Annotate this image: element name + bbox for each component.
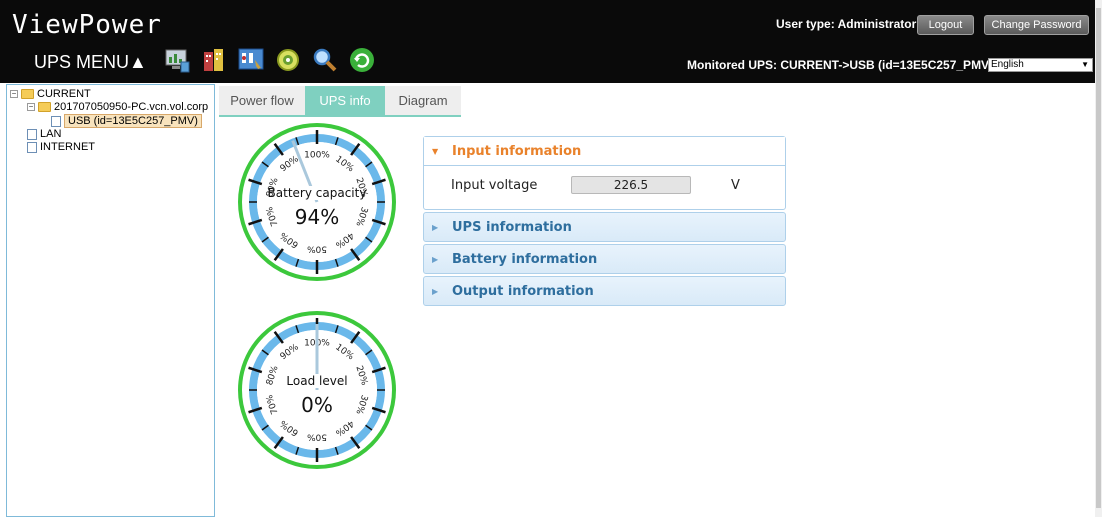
chevron-down-icon: ▼ [1081,60,1089,69]
battery-information-header[interactable]: ▶ Battery information [424,245,785,273]
tab-diagram[interactable]: Diagram [385,86,461,116]
load-level-gauge: 100%10%20%30%40%50%60%70%80%90%Load leve… [238,311,396,469]
tree-node-current[interactable]: − CURRENT [10,88,91,100]
monitor-chart-icon[interactable] [163,46,191,74]
gauge-tick-label: 100% [304,151,330,161]
gauge-tick-label: 50% [307,244,327,254]
battery-information-title: Battery information [452,251,598,267]
top-header: ViewPower UPS MENU▲ User type: Administr… [0,0,1095,83]
input-information-body: Input voltage 226.5 V [424,166,785,208]
menu-toolbar [163,46,376,74]
output-information-header[interactable]: ▶ Output information [424,277,785,305]
tree-node-label: LAN [40,128,62,140]
ups-information-title: UPS information [452,219,572,235]
building-icon[interactable] [200,46,228,74]
ups-menu-button[interactable]: UPS MENU▲ [34,52,147,73]
language-select[interactable]: English ▼ [988,58,1093,72]
tree-node-lan[interactable]: LAN [27,128,61,140]
input-information-header[interactable]: ▼ Input information [424,137,785,166]
tree-node-host[interactable]: − 201707050950-PC.vcn.vol.corp [27,101,208,113]
output-information-title: Output information [452,283,594,299]
ups-information-header[interactable]: ▶ UPS information [424,213,785,241]
collapse-icon[interactable]: − [10,90,18,98]
ups-information-panel[interactable]: ▶ UPS information [423,212,786,242]
tree-node-label: 201707050950-PC.vcn.vol.corp [54,101,209,113]
app-title: ViewPower [12,10,162,40]
gauge-title: Battery capacity [268,186,367,200]
output-information-panel[interactable]: ▶ Output information [423,276,786,306]
tab-underline [219,115,461,117]
input-information-title: Input information [452,143,582,159]
collapsed-arrow-icon: ▶ [432,222,439,232]
tab-ups-info[interactable]: UPS info [305,86,385,116]
gauge-title: Load level [286,374,347,388]
file-icon [51,115,61,127]
tree-node-internet[interactable]: INTERNET [27,141,95,153]
tab-power-flow[interactable]: Power flow [219,86,305,116]
expanded-arrow-icon: ▼ [432,146,439,156]
file-icon [27,141,37,153]
collapsed-arrow-icon: ▶ [432,286,439,296]
control-panel-icon[interactable] [237,46,265,74]
folder-icon [38,102,51,112]
input-information-panel: ▼ Input information Input voltage 226.5 … [423,136,786,210]
refresh-icon[interactable] [348,46,376,74]
folder-icon [21,89,34,99]
gear-icon[interactable] [274,46,302,74]
logout-button[interactable]: Logout [917,15,974,35]
device-tree: − CURRENT − 201707050950-PC.vcn.vol.corp… [6,84,215,517]
gauge-tick-label: 50% [307,432,327,442]
change-password-button[interactable]: Change Password [984,15,1089,35]
language-select-value: English [991,59,1024,70]
file-icon [27,128,37,140]
input-voltage-value: 226.5 [571,176,691,194]
battery-capacity-gauge: 100% 10%20%30%40%50%60%70%80%90%Battery c… [238,123,396,281]
search-icon[interactable] [311,46,339,74]
tree-node-label: USB (id=13E5C257_PMV) [64,114,202,128]
input-voltage-label: Input voltage [451,178,538,193]
tree-node-label: CURRENT [37,88,91,100]
gauge-value: 0% [301,393,333,417]
tree-node-label: INTERNET [40,141,95,153]
gauge-value: 94% [295,205,339,229]
scrollbar-thumb[interactable] [1096,8,1101,508]
vertical-scrollbar[interactable] [1095,0,1102,517]
user-type-label: User type: Administrator [776,17,917,31]
battery-information-panel[interactable]: ▶ Battery information [423,244,786,274]
collapsed-arrow-icon: ▶ [432,254,439,264]
input-voltage-unit: V [731,178,740,193]
collapse-icon[interactable]: − [27,103,35,111]
tree-node-device[interactable]: USB (id=13E5C257_PMV) [51,114,202,128]
monitored-ups-label: Monitored UPS: CURRENT->USB (id=13E5C257… [687,58,994,72]
